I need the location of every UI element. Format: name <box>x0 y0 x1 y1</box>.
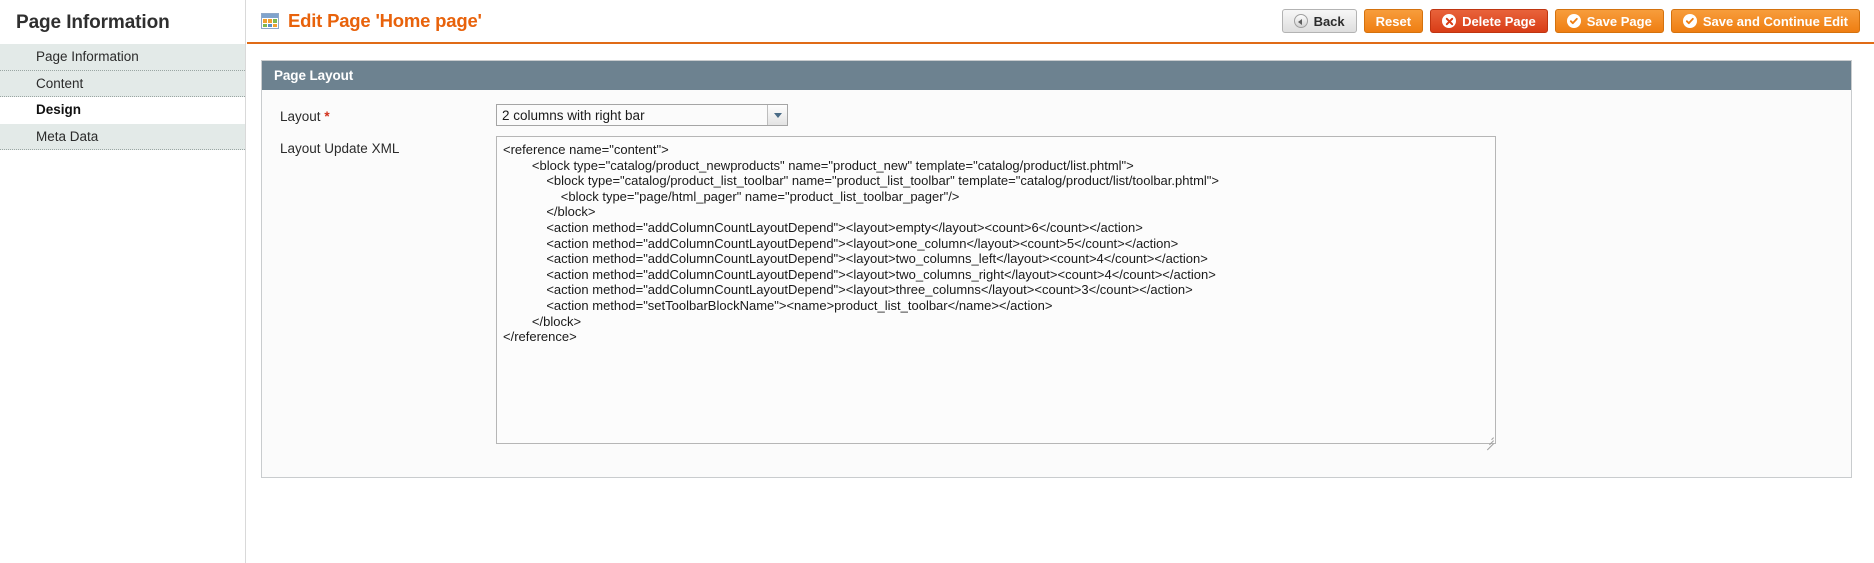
layout-update-xml-field-row: Layout Update XML <reference name="conte… <box>262 136 1851 451</box>
sidebar: Page Information Page Information Conten… <box>0 0 246 563</box>
layout-field-row: Layout * 2 columns with right bar <box>262 104 1851 126</box>
page-header-bar: Edit Page 'Home page' Back Reset Delete … <box>247 0 1874 44</box>
content-area: Page Layout Layout * 2 columns with righ… <box>247 44 1874 478</box>
sidebar-item-meta-data[interactable]: Meta Data <box>0 123 245 150</box>
required-marker: * <box>324 109 330 124</box>
back-button-label: Back <box>1313 13 1345 29</box>
layout-update-xml-wrap: <reference name="content"> <block type="… <box>496 136 1496 451</box>
save-and-continue-edit-button[interactable]: Save and Continue Edit <box>1670 9 1860 33</box>
check-circle-icon <box>1566 14 1581 28</box>
page-root: Page Information Page Information Conten… <box>0 0 1874 563</box>
x-circle-icon <box>1442 14 1457 28</box>
sidebar-title: Page Information <box>16 12 170 33</box>
sidebar-item-design[interactable]: Design <box>0 97 245 124</box>
check-circle-icon <box>1682 14 1697 28</box>
delete-page-button-label: Delete Page <box>1462 13 1536 29</box>
delete-page-button[interactable]: Delete Page <box>1430 9 1548 33</box>
save-and-continue-edit-button-label: Save and Continue Edit <box>1702 13 1848 29</box>
reset-button[interactable]: Reset <box>1363 9 1424 33</box>
reset-button-label: Reset <box>1375 13 1412 29</box>
sidebar-item-page-information[interactable]: Page Information <box>0 44 245 71</box>
page-title: Edit Page 'Home page' <box>288 10 482 31</box>
layout-select-wrap: 2 columns with right bar <box>496 104 788 126</box>
page-layout-section-heading: Page Layout <box>262 61 1851 90</box>
back-arrow-icon <box>1293 14 1308 28</box>
grid-page-icon <box>261 13 279 29</box>
layout-field-label: Layout * <box>280 104 496 125</box>
save-page-button-label: Save Page <box>1586 13 1652 29</box>
back-button[interactable]: Back <box>1281 9 1357 33</box>
save-page-button[interactable]: Save Page <box>1554 9 1664 33</box>
header-button-row: Back Reset Delete Page Save Page Save an… <box>1281 9 1860 33</box>
layout-update-xml-textarea[interactable]: <reference name="content"> <block type="… <box>496 136 1496 444</box>
layout-update-xml-label: Layout Update XML <box>280 141 400 156</box>
page-layout-section: Page Layout Layout * 2 columns with righ… <box>261 60 1852 478</box>
sidebar-item-content[interactable]: Content <box>0 70 245 97</box>
page-layout-section-body: Layout * 2 columns with right bar Layout… <box>262 90 1851 477</box>
layout-label-text: Layout <box>280 109 321 124</box>
page-title-group: Edit Page 'Home page' <box>261 10 482 32</box>
sidebar-nav: Page Information Content Design Meta Dat… <box>0 44 245 150</box>
main-area: Edit Page 'Home page' Back Reset Delete … <box>247 0 1874 563</box>
layout-select[interactable]: 2 columns with right bar <box>496 104 788 126</box>
